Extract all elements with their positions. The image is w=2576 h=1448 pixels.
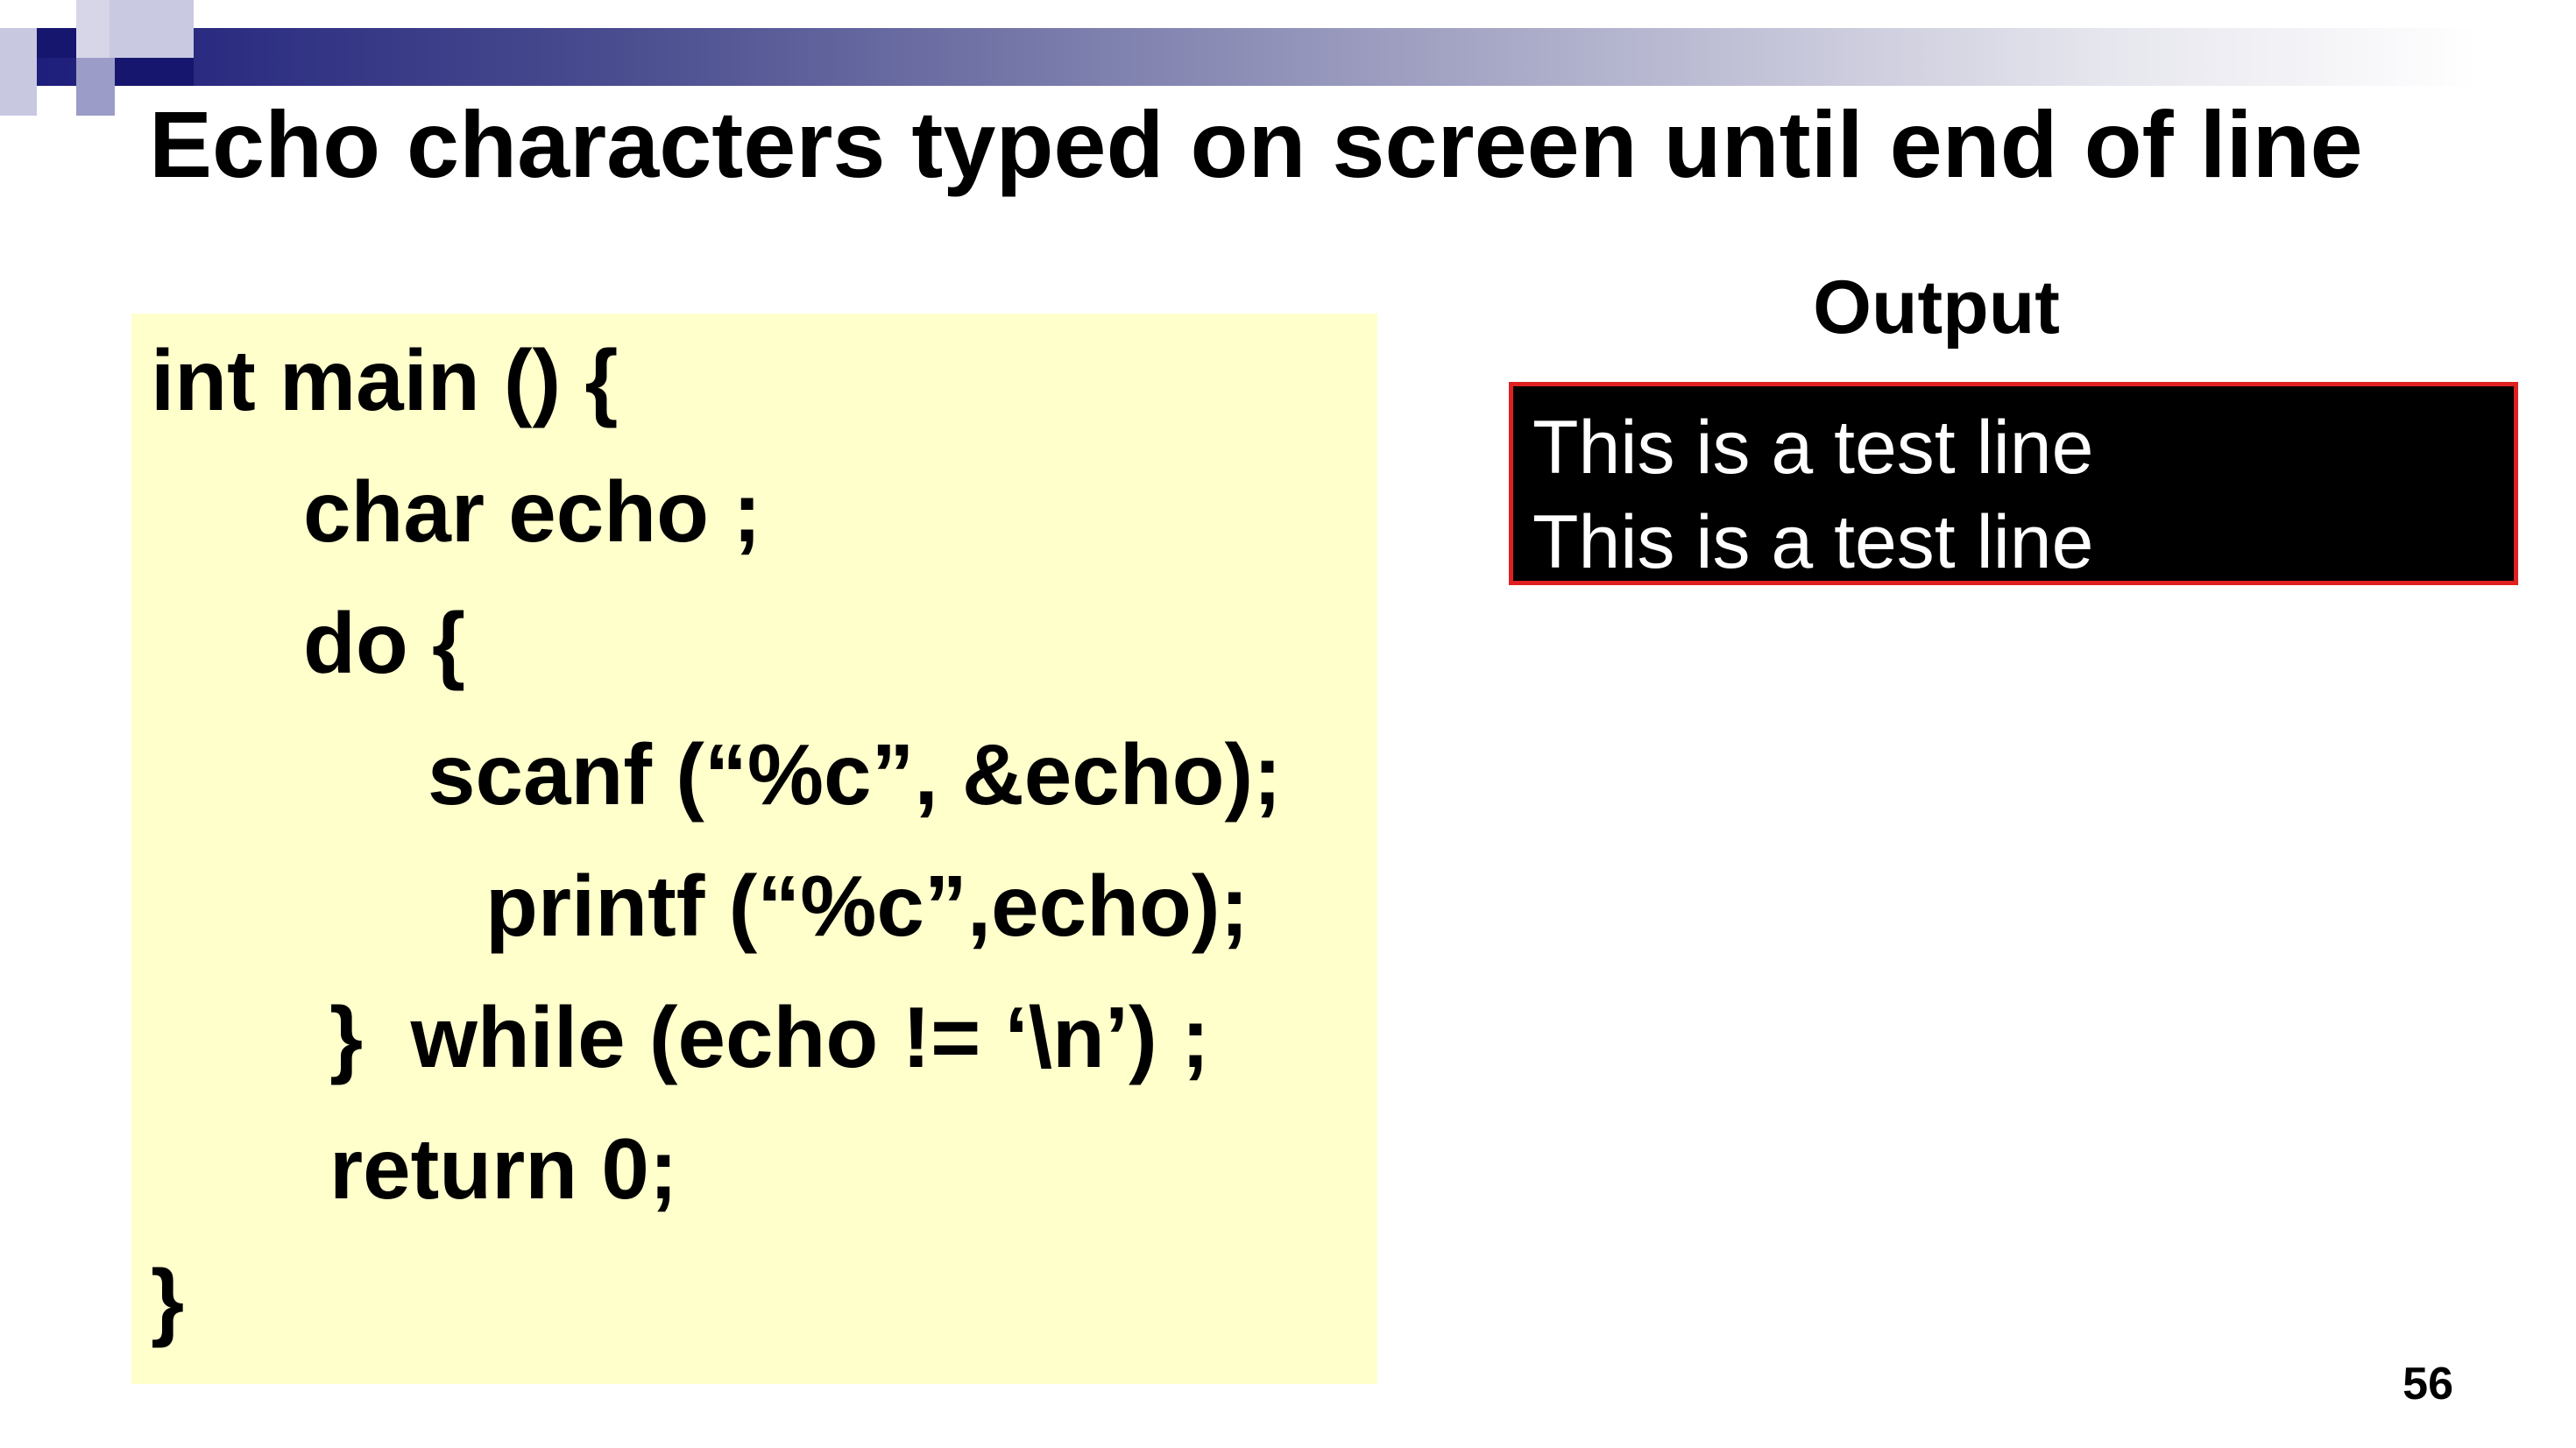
decorative-square [0,28,37,116]
code-panel: int main () { char echo ; do { scanf (“%… [131,314,1377,1384]
header-gradient-bar [0,28,2480,86]
output-heading: Output [1813,265,2060,350]
output-line: This is a test line [1532,406,2094,490]
decorative-square [76,0,110,58]
output-console: This is a test line This is a test line [1509,382,2518,585]
output-line: This is a test line [1532,500,2094,584]
code-line: } [151,1252,185,1348]
decorative-square [115,58,194,86]
slide-title: Echo characters typed on screen until en… [149,91,2363,197]
decorative-square [37,28,76,58]
code-line: return 0; [329,1120,678,1217]
code-line: } while (echo != ‘\n’) ; [329,989,1210,1085]
code-line: do { [303,595,466,691]
decorative-square [76,58,115,116]
page-number: 56 [2403,1359,2453,1409]
decorative-square [110,0,194,58]
code-line: printf (“%c”,echo); [485,858,1249,954]
code-line: char echo ; [303,463,761,560]
code-line: int main () { [151,332,619,428]
code-line: scanf (“%c”, &echo); [428,726,1282,823]
